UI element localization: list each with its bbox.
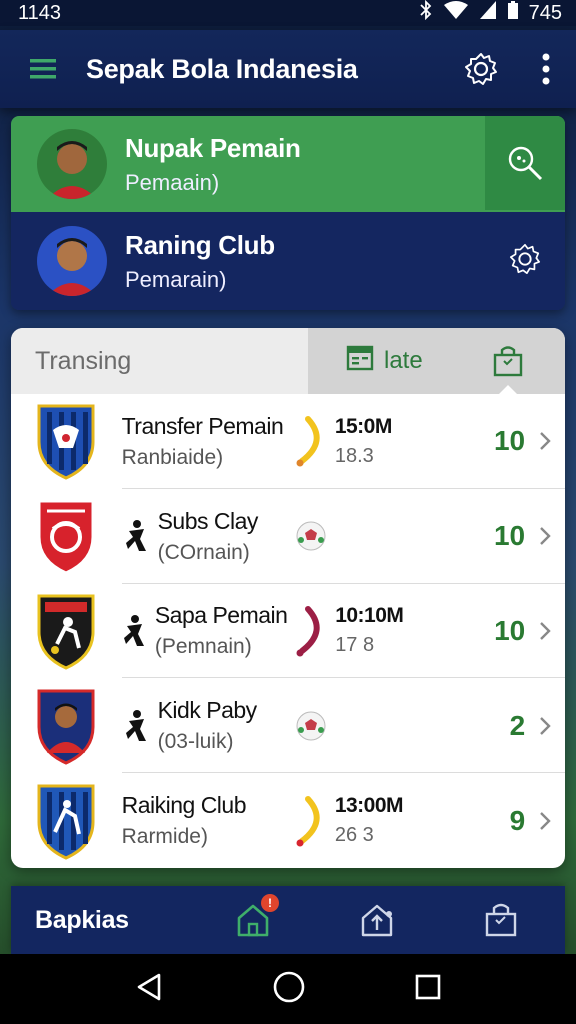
row-value: 18.3: [334, 444, 374, 467]
app-bar: Sepak Bola Indanesia: [0, 30, 576, 108]
club-card-subtitle: Pemarain): [125, 266, 227, 292]
status-bar: 1143 745: [0, 0, 576, 26]
club-crest-icon: [11, 592, 121, 670]
row-subtitle: Rarmide): [121, 825, 208, 849]
chevron-right-icon[interactable]: [525, 620, 565, 642]
row-title: Kidk Paby: [157, 697, 258, 724]
row-value: 26 3: [334, 824, 374, 847]
home-icon[interactable]: !: [191, 894, 315, 938]
chevron-right-icon[interactable]: [525, 810, 565, 832]
row-score: 10: [493, 520, 526, 552]
chevron-right-icon[interactable]: [525, 430, 565, 452]
player-silhouette-icon: [122, 519, 150, 553]
gear-icon[interactable]: [446, 51, 516, 87]
back-icon[interactable]: [135, 972, 163, 1007]
tab-transing[interactable]: Transing: [11, 328, 308, 394]
avatar: [37, 226, 107, 296]
gear-icon[interactable]: [485, 212, 565, 306]
battery-icon: [507, 0, 519, 26]
row-title: Transfer Pemain: [121, 412, 284, 439]
chevron-right-icon[interactable]: [525, 715, 565, 737]
row-score: 9: [509, 804, 526, 836]
trend-arc-icon: [287, 793, 335, 849]
signal-icon: [479, 0, 497, 26]
row-title: Sapa Pemain: [154, 602, 288, 629]
club-crest-icon: [11, 402, 122, 481]
bottom-nav: Bapkias !: [11, 886, 565, 954]
trend-arc-icon: [287, 413, 335, 469]
notification-badge: !: [261, 894, 279, 912]
home-button-icon[interactable]: [272, 970, 306, 1009]
search-player-icon[interactable]: [485, 116, 565, 210]
bag-icon[interactable]: [439, 902, 563, 938]
calendar-icon: [346, 344, 374, 379]
row-score: 10: [494, 614, 526, 646]
player-silhouette-icon: [121, 614, 146, 648]
battery-level: 745: [528, 1, 562, 24]
menu-icon[interactable]: [0, 58, 86, 80]
more-icon[interactable]: [516, 53, 576, 85]
row-fee: 10:10M: [335, 604, 404, 628]
wifi-icon: [443, 0, 469, 26]
bluetooth-icon: [419, 0, 433, 26]
featured-cards: Nupak Pemain Pemaain) Raning Club Pemara…: [11, 116, 565, 310]
list-item[interactable]: Transfer Pemain Ranbiaide) 15:0M 18.3 10: [11, 394, 565, 489]
row-title: Subs Clay: [157, 507, 259, 534]
player-silhouette-icon: [122, 709, 150, 743]
recents-icon[interactable]: [415, 974, 441, 1005]
row-subtitle: (Pemnain): [154, 635, 252, 659]
tab-bar: Transing late: [11, 328, 565, 395]
system-nav-bar: [0, 954, 576, 1024]
transfer-panel: Transing late Transfer Pemain Ranbiaide): [11, 328, 565, 868]
player-card[interactable]: Nupak Pemain Pemaain): [11, 116, 565, 212]
row-score: 2: [509, 709, 526, 741]
club-crest-icon: [11, 782, 122, 860]
list-item[interactable]: Sapa Pemain (Pemnain) 10:10M 17 8 10: [11, 584, 565, 679]
trend-arc-icon: [287, 603, 335, 659]
list-item[interactable]: Kidk Paby (03-luik) 2: [11, 678, 565, 774]
bag-icon[interactable]: [468, 328, 548, 395]
club-crest-icon: [11, 497, 122, 575]
player-card-subtitle: Pemaain): [125, 169, 220, 195]
club-card-title: Raning Club: [125, 229, 275, 260]
list-item[interactable]: Raiking Club Rarmide) 13:00M 26 3 9: [11, 773, 565, 868]
club-crest-icon: [11, 687, 122, 765]
club-card[interactable]: Raning Club Pemarain): [11, 212, 565, 310]
player-card-title: Nupak Pemain: [125, 132, 301, 163]
status-time: 1143: [18, 1, 62, 24]
list-item[interactable]: Subs Clay (COrnain) 10: [11, 489, 565, 584]
row-fee: 13:00M: [334, 794, 404, 818]
chevron-right-icon[interactable]: [525, 525, 565, 547]
row-value: 17 8: [335, 634, 375, 657]
bottom-nav-label[interactable]: Bapkias: [11, 906, 191, 935]
football-icon: [287, 520, 335, 552]
row-subtitle: (COrnain): [157, 540, 250, 564]
row-fee: 15:0M: [334, 414, 393, 438]
row-title: Raiking Club: [121, 792, 247, 819]
avatar: [37, 129, 107, 199]
upload-icon[interactable]: [315, 902, 439, 938]
row-subtitle: Ranbiaide): [121, 445, 224, 469]
tab-late[interactable]: late: [308, 328, 565, 395]
tab-late-label: late: [384, 347, 423, 374]
row-subtitle: (03-luik): [157, 730, 234, 754]
row-score: 10: [493, 425, 526, 457]
football-icon: [287, 710, 335, 742]
app-title: Sepak Bola Indanesia: [86, 53, 358, 84]
